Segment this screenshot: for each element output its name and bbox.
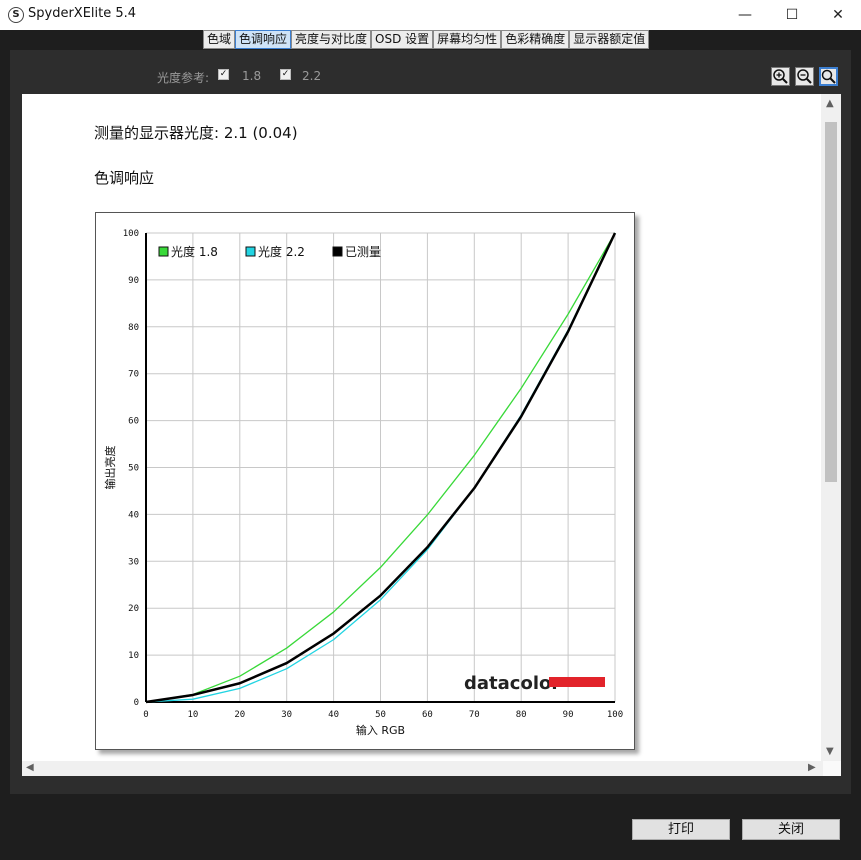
zoom-in-button[interactable] bbox=[771, 67, 790, 86]
tab-color-accuracy[interactable]: 色彩精确度 bbox=[501, 30, 570, 49]
y-tick-label: 30 bbox=[128, 557, 139, 567]
y-axis-label: 输出亮度 bbox=[103, 446, 117, 490]
x-tick-label: 30 bbox=[281, 710, 292, 720]
close-button[interactable]: 关闭 bbox=[742, 819, 840, 840]
report-tabs: 色域 色调响应 亮度与对比度 OSD 设置 屏幕均匀性 色彩精确度 显示器额定值 bbox=[203, 30, 650, 49]
measured-gamma: 测量的显示器光度: 2.1 (0.04) bbox=[94, 124, 298, 142]
y-tick-label: 50 bbox=[128, 464, 139, 474]
x-tick-label: 100 bbox=[607, 710, 623, 720]
x-axis-label: 输入 RGB bbox=[356, 723, 405, 737]
x-tick-label: 60 bbox=[422, 710, 433, 720]
print-button[interactable]: 打印 bbox=[632, 819, 730, 840]
chart-svg: 0 10 20 30 40 50 60 70 80 90 100 0 10 20 30 40 50 60 70 80 9… bbox=[103, 229, 623, 737]
tab-uniformity[interactable]: 屏幕均匀性 bbox=[433, 30, 502, 49]
tab-gamut[interactable]: 色域 bbox=[203, 30, 236, 49]
y-tick-label: 70 bbox=[128, 370, 139, 380]
x-tick-label: 0 bbox=[143, 710, 148, 720]
section-title: 色调响应 bbox=[94, 169, 155, 187]
vertical-scroll-thumb[interactable] bbox=[825, 122, 837, 482]
title-bar: S SpyderXElite 5.4 — ☐ ✕ bbox=[0, 0, 861, 30]
x-tick-label: 80 bbox=[516, 710, 527, 720]
legend-swatch bbox=[245, 246, 256, 257]
vertical-scrollbar[interactable]: ▲ ▼ bbox=[821, 94, 841, 761]
scroll-up-icon[interactable]: ▲ bbox=[826, 98, 834, 109]
window-title: SpyderXElite 5.4 bbox=[28, 6, 137, 21]
zoom-in-icon bbox=[773, 69, 788, 84]
close-window-button[interactable]: ✕ bbox=[815, 0, 861, 30]
x-tick-label: 40 bbox=[328, 710, 339, 720]
y-tick-label: 0 bbox=[134, 698, 139, 708]
legend-label: 已测量 bbox=[345, 245, 381, 259]
x-tick-label: 10 bbox=[187, 710, 198, 720]
x-tick-label: 50 bbox=[375, 710, 386, 720]
zoom-fit-icon bbox=[821, 69, 836, 84]
zoom-out-icon bbox=[797, 69, 812, 84]
y-tick-label: 80 bbox=[128, 323, 139, 333]
y-tick-label: 60 bbox=[128, 417, 139, 427]
report-page: 测量的显示器光度: 2.1 (0.04) 色调响应 0 10 20 30 40 50 60 7… bbox=[22, 94, 841, 761]
legend-label: 光度 1.8 bbox=[171, 244, 218, 259]
x-tick-label: 20 bbox=[234, 710, 245, 720]
scroll-right-icon[interactable]: ▶ bbox=[808, 762, 816, 773]
y-tick-label: 20 bbox=[128, 604, 139, 614]
legend-swatch bbox=[332, 246, 343, 257]
y-tick-label: 10 bbox=[128, 651, 139, 661]
reference-label: 光度参考: bbox=[157, 71, 210, 85]
zoom-fit-button[interactable] bbox=[819, 67, 838, 86]
tab-display-rating[interactable]: 显示器额定值 bbox=[569, 30, 650, 49]
x-tick-label: 70 bbox=[469, 710, 480, 720]
legend-label: 光度 2.2 bbox=[258, 244, 305, 259]
scroll-down-icon[interactable]: ▼ bbox=[826, 746, 834, 757]
tab-brightness-contrast[interactable]: 亮度与对比度 bbox=[291, 30, 372, 49]
datacolor-logo-bar bbox=[549, 677, 605, 687]
ref-18-label: 1.8 bbox=[242, 69, 262, 83]
tone-response-chart: 0 10 20 30 40 50 60 70 80 90 100 0 10 20 30 40 50 60 70 80 9… bbox=[95, 212, 635, 750]
maximize-button[interactable]: ☐ bbox=[769, 0, 815, 30]
y-tick-label: 100 bbox=[123, 229, 139, 239]
scroll-corner bbox=[823, 761, 841, 776]
datacolor-logo: datacolor bbox=[464, 673, 560, 694]
ref-22-checkbox[interactable]: ✓ bbox=[280, 69, 291, 80]
tab-tone-response[interactable]: 色调响应 bbox=[235, 30, 292, 49]
ref-22-label: 2.2 bbox=[302, 69, 322, 83]
zoom-out-button[interactable] bbox=[795, 67, 814, 86]
y-tick-label: 90 bbox=[128, 276, 139, 286]
horizontal-scrollbar[interactable]: ◀ ▶ bbox=[22, 761, 823, 776]
minimize-button[interactable]: — bbox=[722, 0, 768, 30]
legend-swatch bbox=[158, 246, 169, 257]
tab-osd-settings[interactable]: OSD 设置 bbox=[371, 30, 434, 49]
scroll-left-icon[interactable]: ◀ bbox=[26, 762, 34, 773]
y-tick-label: 40 bbox=[128, 510, 139, 520]
app-icon: S bbox=[8, 7, 24, 23]
ref-18-checkbox[interactable]: ✓ bbox=[218, 69, 229, 80]
x-tick-label: 90 bbox=[563, 710, 574, 720]
